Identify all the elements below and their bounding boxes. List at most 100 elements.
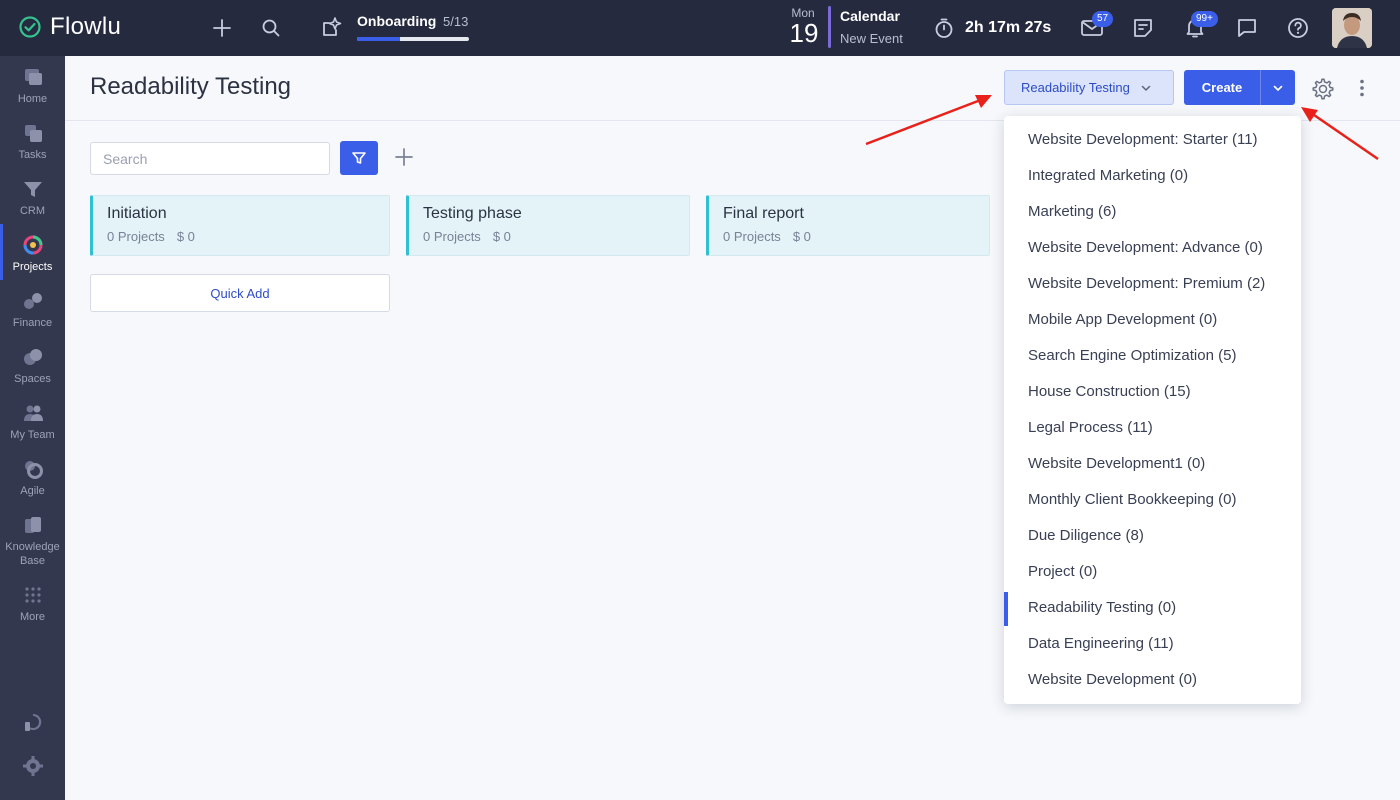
top-bar: Flowlu Onboarding 5/13 Mon 19 Calendar N… (0, 0, 1400, 56)
filter-icon (352, 152, 366, 164)
knowledge-base-icon (22, 514, 44, 536)
crm-icon (22, 178, 44, 200)
date-number: 19 (789, 18, 819, 48)
pipeline-option[interactable]: Integrated Marketing (0) (1004, 158, 1301, 194)
notification-badge: 99+ (1191, 11, 1218, 27)
stage-column-initiation[interactable]: Initiation 0 Projects $ 0 (90, 195, 390, 256)
sidebar-item-label: CRM (19, 205, 46, 217)
pipeline-option[interactable]: Website Development (0) (1004, 662, 1301, 698)
pipeline-option[interactable]: Website Development: Premium (2) (1004, 266, 1301, 302)
gear-icon[interactable] (1311, 77, 1335, 106)
sidebar-item-apps[interactable] (0, 701, 65, 741)
sidebar-item-label: Spaces (14, 373, 51, 385)
onboarding-count: 5/13 (443, 14, 469, 29)
apps-icon (22, 711, 44, 733)
stage-amount: $ 0 (792, 229, 811, 244)
app-name: Flowlu (50, 13, 122, 40)
sidebar-item-settings[interactable] (0, 745, 65, 785)
stage-amount: $ 0 (176, 229, 195, 244)
help-icon[interactable] (1286, 16, 1310, 40)
pipeline-option[interactable]: Monthly Client Bookkeeping (0) (1004, 482, 1301, 518)
chevron-down-icon (1273, 85, 1283, 91)
onboarding-progress (357, 37, 469, 41)
add-stage-icon[interactable] (393, 146, 415, 173)
sidebar-item-label: More (19, 611, 46, 623)
pipeline-option[interactable]: Website Development1 (0) (1004, 446, 1301, 482)
more-vertical-icon[interactable] (1355, 78, 1369, 103)
spaces-icon (22, 346, 44, 368)
stage-project-count: 0 Projects (723, 229, 781, 244)
onboarding-title[interactable]: Onboarding (357, 13, 436, 29)
pipeline-option[interactable]: Legal Process (11) (1004, 410, 1301, 446)
grid-icon (22, 584, 44, 606)
sidebar-item-knowledge-base[interactable]: Knowledge Base (0, 504, 65, 574)
quick-add-button[interactable]: Quick Add (90, 274, 390, 312)
sidebar-item-home[interactable]: Home (0, 56, 65, 112)
search-input[interactable] (90, 142, 330, 175)
sidebar-item-tasks[interactable]: Tasks (0, 112, 65, 168)
notes-icon[interactable] (1131, 16, 1155, 40)
timer-value[interactable]: 2h 17m 27s (965, 19, 1051, 37)
onboarding-icon[interactable] (320, 14, 344, 40)
sidebar-item-label: My Team (10, 429, 55, 441)
sidebar-item-label: Knowledge Base (5, 541, 60, 567)
sidebar-item-label: Projects (12, 261, 53, 273)
pipeline-select-label: Readability Testing (1021, 80, 1130, 95)
sidebar-item-label: Home (17, 93, 48, 105)
pipeline-dropdown-menu: Website Development: Starter (11) Integr… (1004, 116, 1301, 704)
finance-icon (22, 290, 44, 312)
app-logo[interactable]: Flowlu (18, 13, 121, 41)
pipeline-option[interactable]: Website Development: Advance (0) (1004, 230, 1301, 266)
pipeline-option[interactable]: Due Diligence (8) (1004, 518, 1301, 554)
sidebar-item-crm[interactable]: CRM (0, 168, 65, 224)
sidebar-item-projects[interactable]: Projects (0, 224, 65, 280)
stopwatch-icon[interactable] (932, 16, 956, 40)
filter-button[interactable] (340, 141, 378, 175)
check-circle-icon (19, 16, 41, 38)
sidebar-item-spaces[interactable]: Spaces (0, 336, 65, 392)
pipeline-option[interactable]: Project (0) (1004, 554, 1301, 590)
stage-name: Final report (723, 205, 804, 222)
stage-column-final-report[interactable]: Final report 0 Projects $ 0 (706, 195, 990, 256)
settings-icon (22, 755, 44, 777)
team-icon (22, 402, 44, 424)
pipeline-option[interactable]: Data Engineering (11) (1004, 626, 1301, 662)
pipeline-option[interactable]: Search Engine Optimization (5) (1004, 338, 1301, 374)
sidebar-item-label: Finance (12, 317, 53, 329)
pipeline-option[interactable]: Marketing (6) (1004, 194, 1301, 230)
pipeline-option[interactable]: House Construction (15) (1004, 374, 1301, 410)
pipeline-option[interactable]: Website Development: Starter (11) (1004, 122, 1301, 158)
sidebar-item-finance[interactable]: Finance (0, 280, 65, 336)
create-button-group: Create (1184, 70, 1295, 105)
create-dropdown-toggle[interactable] (1260, 70, 1295, 105)
search-icon[interactable] (260, 17, 282, 39)
mail-badge: 57 (1092, 11, 1114, 27)
projects-icon (22, 234, 44, 256)
chat-icon[interactable] (1235, 16, 1259, 40)
pipeline-select-button[interactable]: Readability Testing (1004, 70, 1174, 105)
tasks-icon (22, 122, 44, 144)
sidebar-item-more[interactable]: More (0, 574, 65, 630)
user-avatar[interactable] (1332, 8, 1372, 48)
stage-column-testing-phase[interactable]: Testing phase 0 Projects $ 0 (406, 195, 690, 256)
sidebar-item-my-team[interactable]: My Team (0, 392, 65, 448)
onboarding-progress-fill (357, 37, 400, 41)
stage-name: Testing phase (423, 205, 522, 222)
agile-icon (22, 458, 44, 480)
pipeline-option[interactable]: Readability Testing (0) (1004, 590, 1301, 626)
pipeline-option[interactable]: Mobile App Development (0) (1004, 302, 1301, 338)
stage-project-count: 0 Projects (423, 229, 481, 244)
sidebar-item-label: Agile (20, 485, 45, 497)
sidebar-item-label: Tasks (18, 149, 47, 161)
page-title: Readability Testing (90, 73, 292, 100)
stage-amount: $ 0 (492, 229, 511, 244)
chevron-down-icon (1141, 85, 1151, 91)
sidebar-item-agile[interactable]: Agile (0, 448, 65, 504)
add-icon[interactable] (211, 17, 233, 39)
date-divider (828, 6, 831, 48)
calendar-title[interactable]: Calendar (840, 8, 900, 24)
create-button[interactable]: Create (1184, 70, 1260, 105)
stage-project-count: 0 Projects (107, 229, 165, 244)
sidebar: Home Tasks CRM Projects Finance Spaces M… (0, 56, 65, 800)
calendar-new-event[interactable]: New Event (840, 31, 903, 46)
